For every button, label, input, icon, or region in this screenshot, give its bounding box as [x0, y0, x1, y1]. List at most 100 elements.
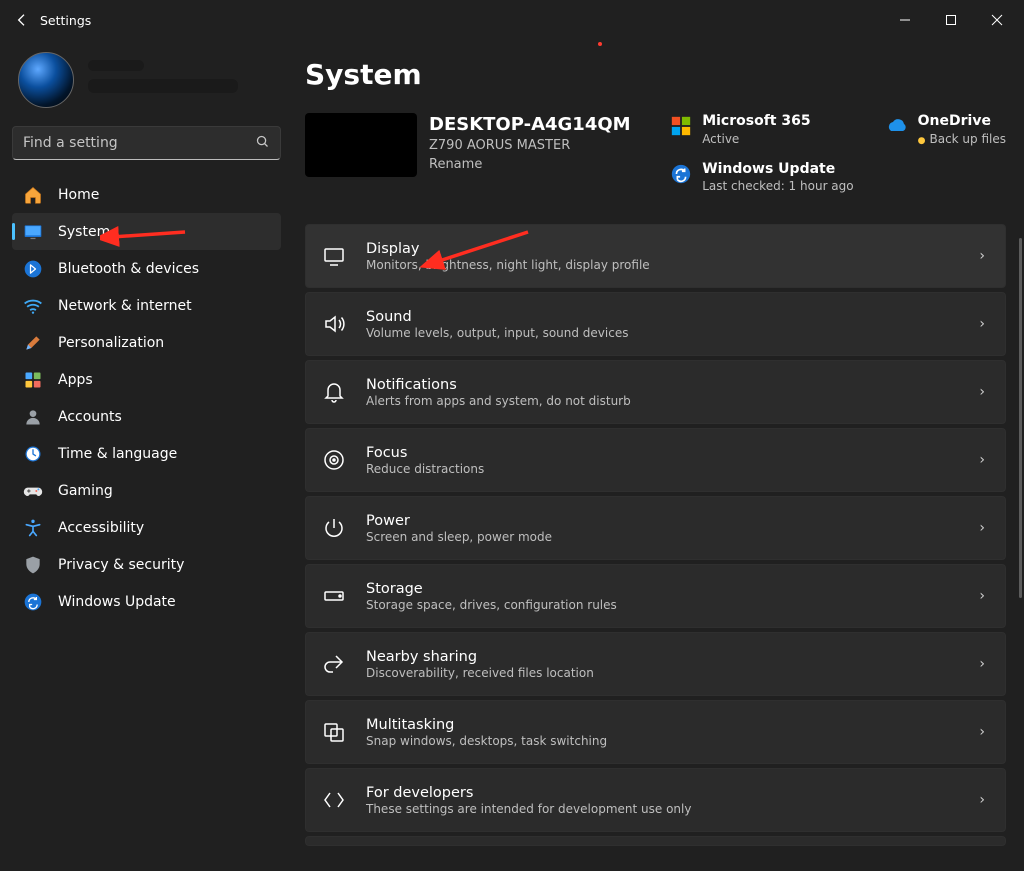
card-sub: Screen and sleep, power mode: [366, 530, 979, 544]
nav-item-accounts[interactable]: Accounts: [12, 398, 281, 435]
search-placeholder: Find a setting: [23, 135, 255, 151]
gaming-icon: [22, 480, 44, 502]
nav-label: Time & language: [58, 446, 177, 462]
bluetooth-icon: [22, 258, 44, 280]
card-title: Nearby sharing: [366, 649, 979, 665]
nav-item-bluetooth[interactable]: Bluetooth & devices: [12, 250, 281, 287]
nav-item-personalization[interactable]: Personalization: [12, 324, 281, 361]
service-grid: Microsoft 365 Active OneDrive ●Back up f…: [668, 113, 1006, 194]
nav-label: Bluetooth & devices: [58, 261, 199, 277]
service-sub: Active: [702, 132, 810, 147]
page-title: System: [305, 58, 1006, 91]
nav-item-apps[interactable]: Apps: [12, 361, 281, 398]
nearby-sharing-icon: [320, 650, 348, 678]
card-display[interactable]: Display Monitors, brightness, night ligh…: [305, 224, 1006, 288]
chevron-right-icon: ›: [979, 452, 985, 468]
close-button[interactable]: [974, 0, 1020, 40]
chevron-right-icon: ›: [979, 316, 985, 332]
chevron-right-icon: ›: [979, 792, 985, 808]
nav-item-accessibility[interactable]: Accessibility: [12, 509, 281, 546]
nav-item-windowsupdate[interactable]: Windows Update: [12, 583, 281, 620]
profile-block[interactable]: [12, 48, 281, 122]
card-storage[interactable]: Storage Storage space, drives, configura…: [305, 564, 1006, 628]
minimize-button[interactable]: [882, 0, 928, 40]
chevron-right-icon: ›: [979, 520, 985, 536]
card-partial-next[interactable]: [305, 836, 1006, 846]
profile-email-redacted: [88, 79, 238, 93]
window-title: Settings: [40, 13, 91, 28]
pc-row: DESKTOP-A4G14QM Z790 AORUS MASTER Rename…: [305, 113, 1006, 194]
nav-item-time[interactable]: Time & language: [12, 435, 281, 472]
service-onedrive[interactable]: OneDrive ●Back up files: [884, 113, 1006, 147]
annotation-dot: [598, 42, 602, 46]
scrollbar[interactable]: [1019, 238, 1022, 598]
card-nearby[interactable]: Nearby sharing Discoverability, received…: [305, 632, 1006, 696]
microsoft-365-icon: [668, 113, 694, 139]
multitasking-icon: [320, 718, 348, 746]
nav-list: Home System Bluetooth & devices: [12, 176, 281, 620]
service-sub: ●Back up files: [918, 132, 1006, 147]
nav-label: Personalization: [58, 335, 164, 351]
card-notifications[interactable]: Notifications Alerts from apps and syste…: [305, 360, 1006, 424]
nav-label: Gaming: [58, 483, 113, 499]
avatar: [18, 52, 74, 108]
nav-item-privacy[interactable]: Privacy & security: [12, 546, 281, 583]
nav-label: Accessibility: [58, 520, 144, 536]
card-focus[interactable]: Focus Reduce distractions ›: [305, 428, 1006, 492]
nav-label: Windows Update: [58, 594, 176, 610]
card-sub: Volume levels, output, input, sound devi…: [366, 326, 979, 340]
pc-info: DESKTOP-A4G14QM Z790 AORUS MASTER Rename: [429, 113, 631, 172]
back-button[interactable]: [4, 2, 40, 38]
nav-label: Home: [58, 187, 99, 203]
card-title: Storage: [366, 581, 979, 597]
network-icon: [22, 295, 44, 317]
home-icon: [22, 184, 44, 206]
service-title: Microsoft 365: [702, 113, 810, 131]
content: System DESKTOP-A4G14QM Z790 AORUS MASTER…: [293, 40, 1024, 871]
card-title: Power: [366, 513, 979, 529]
pc-rename-link[interactable]: Rename: [429, 157, 482, 172]
system-icon: [22, 221, 44, 243]
service-m365[interactable]: Microsoft 365 Active: [668, 113, 853, 147]
nav-label: System: [58, 224, 110, 240]
notifications-icon: [320, 378, 348, 406]
service-windows-update[interactable]: Windows Update Last checked: 1 hour ago: [668, 161, 853, 195]
pc-name: DESKTOP-A4G14QM: [429, 113, 631, 136]
card-power[interactable]: Power Screen and sleep, power mode ›: [305, 496, 1006, 560]
profile-name-redacted: [88, 60, 144, 71]
pc-model: Z790 AORUS MASTER: [429, 138, 631, 153]
chevron-right-icon: ›: [979, 656, 985, 672]
card-sound[interactable]: Sound Volume levels, output, input, soun…: [305, 292, 1006, 356]
maximize-button[interactable]: [928, 0, 974, 40]
card-sub: Alerts from apps and system, do not dist…: [366, 394, 979, 408]
card-title: Notifications: [366, 377, 979, 393]
storage-icon: [320, 582, 348, 610]
card-multitasking[interactable]: Multitasking Snap windows, desktops, tas…: [305, 700, 1006, 764]
search-icon: [255, 134, 270, 153]
accounts-icon: [22, 406, 44, 428]
personalization-icon: [22, 332, 44, 354]
sound-icon: [320, 310, 348, 338]
nav-item-home[interactable]: Home: [12, 176, 281, 213]
card-developers[interactable]: For developers These settings are intend…: [305, 768, 1006, 832]
card-sub: These settings are intended for developm…: [366, 802, 979, 816]
developers-icon: [320, 786, 348, 814]
card-title: For developers: [366, 785, 979, 801]
search-input[interactable]: Find a setting: [12, 126, 281, 160]
accessibility-icon: [22, 517, 44, 539]
chevron-right-icon: ›: [979, 588, 985, 604]
service-sub: Last checked: 1 hour ago: [702, 179, 853, 194]
windowsupdate-icon: [22, 591, 44, 613]
nav-label: Network & internet: [58, 298, 192, 314]
profile-meta: [88, 60, 275, 101]
window-controls: [882, 0, 1020, 40]
focus-icon: [320, 446, 348, 474]
nav-item-network[interactable]: Network & internet: [12, 287, 281, 324]
nav-label: Accounts: [58, 409, 122, 425]
card-sub: Storage space, drives, configuration rul…: [366, 598, 979, 612]
settings-card-list: Display Monitors, brightness, night ligh…: [305, 224, 1006, 846]
privacy-icon: [22, 554, 44, 576]
nav-item-gaming[interactable]: Gaming: [12, 472, 281, 509]
apps-icon: [22, 369, 44, 391]
nav-item-system[interactable]: System: [12, 213, 281, 250]
